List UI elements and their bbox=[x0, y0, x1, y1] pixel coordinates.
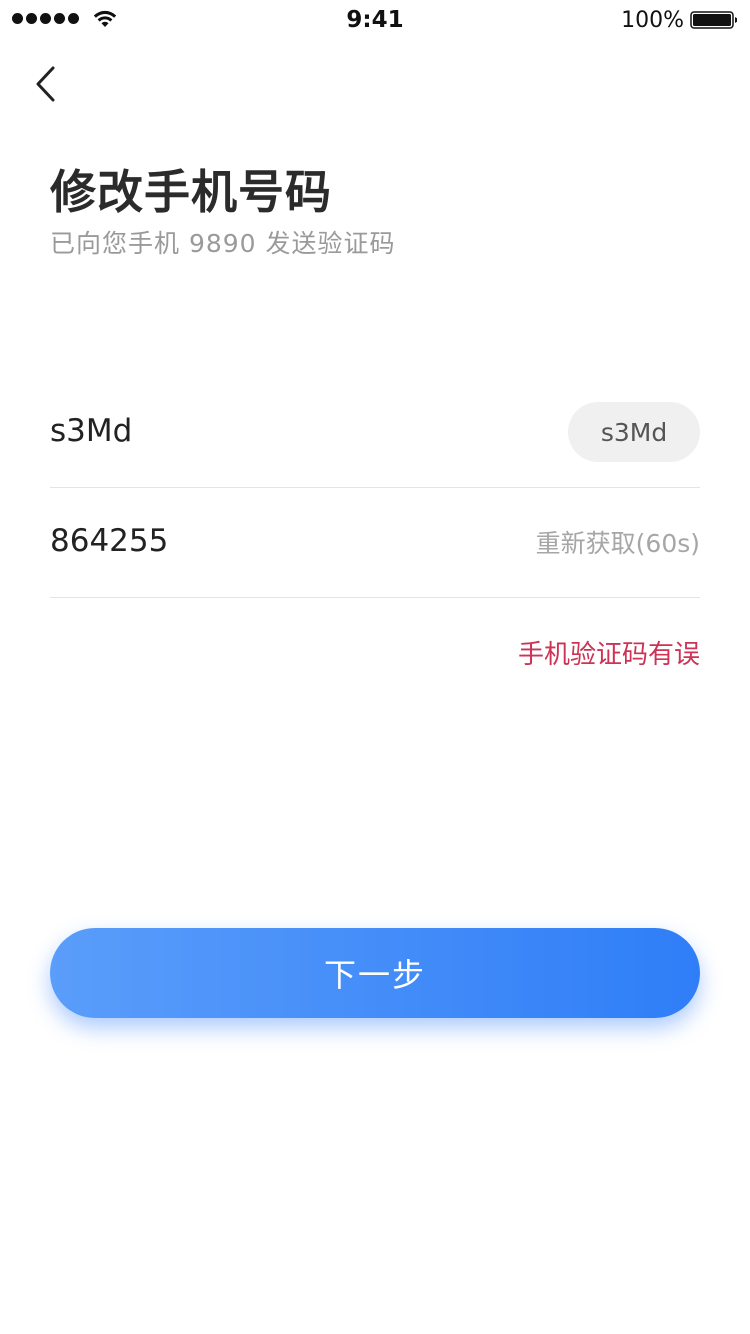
sms-code-row: 重新获取(60s) bbox=[50, 488, 700, 598]
page-subtitle: 已向您手机 9890 发送验证码 bbox=[50, 229, 396, 258]
battery-percent: 100% bbox=[621, 8, 684, 33]
captcha-input[interactable] bbox=[50, 410, 450, 452]
battery-icon bbox=[690, 11, 737, 29]
page-title: 修改手机号码 bbox=[50, 165, 332, 219]
captcha-image[interactable]: s3Md bbox=[568, 402, 700, 462]
resend-code-button[interactable]: 重新获取(60s) bbox=[536, 524, 700, 560]
captcha-row: s3Md bbox=[50, 392, 700, 488]
next-button[interactable]: 下一步 bbox=[50, 928, 700, 1018]
chevron-left-icon[interactable] bbox=[28, 62, 68, 106]
error-message: 手机验证码有误 bbox=[517, 640, 700, 670]
sms-code-input[interactable] bbox=[50, 520, 450, 562]
status-bar: 9:41 100% bbox=[0, 0, 750, 40]
